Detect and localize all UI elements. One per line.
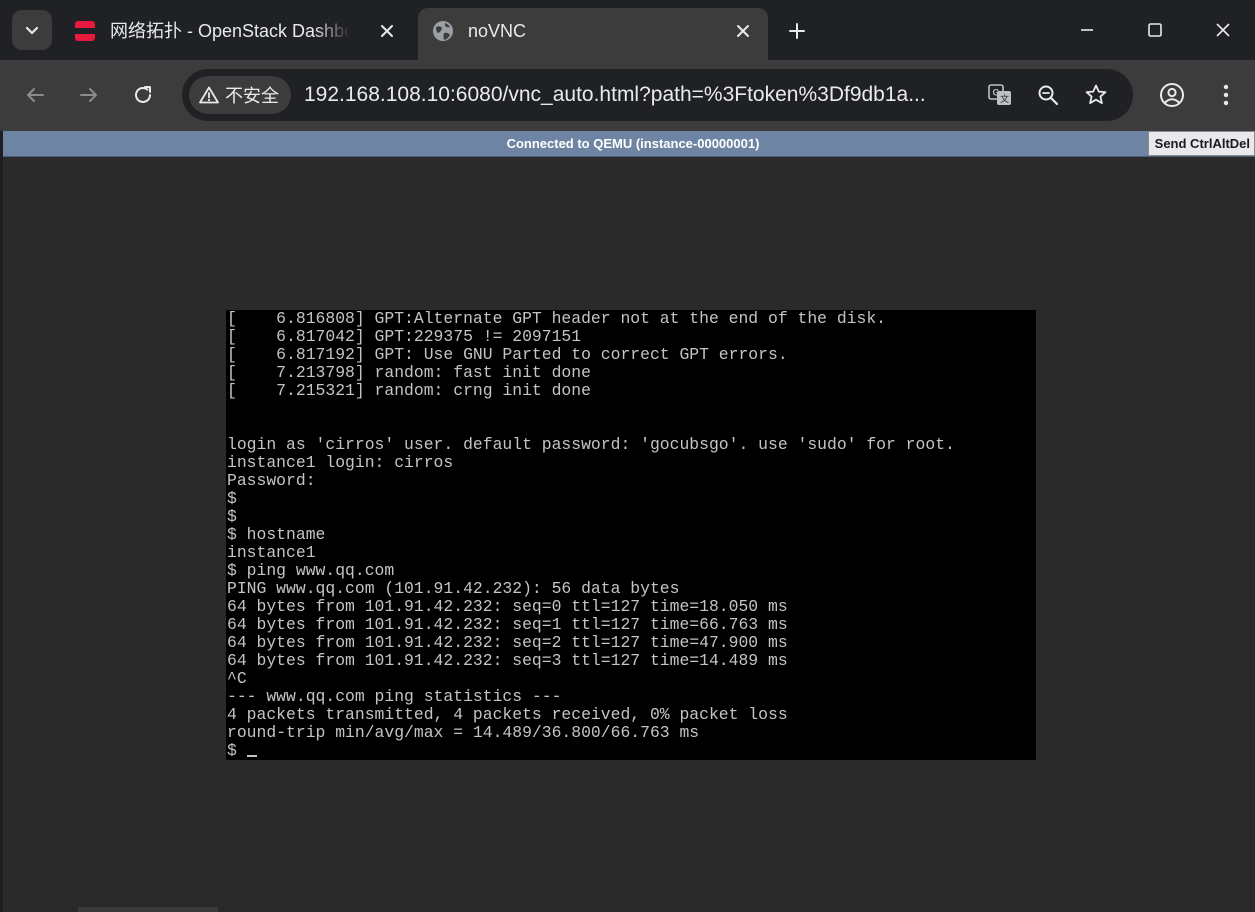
- tab-openstack-dashboard[interactable]: 网络拓扑 - OpenStack Dashboard: [60, 8, 412, 60]
- translate-button[interactable]: G 文: [984, 79, 1016, 111]
- console-line: 64 bytes from 101.91.42.232: seq=1 ttl=1…: [227, 615, 788, 634]
- bookmark-button[interactable]: [1080, 79, 1112, 111]
- vnc-screen[interactable]: [ 6.816808] GPT:Alternate GPT header not…: [226, 310, 1036, 760]
- console-line: $ ping www.qq.com: [227, 561, 395, 580]
- forward-button[interactable]: [70, 76, 108, 114]
- minimize-icon: [1079, 22, 1095, 38]
- tab-novnc[interactable]: noVNC: [418, 8, 768, 60]
- security-label: 不安全: [225, 86, 279, 106]
- arrow-back-icon: [24, 84, 46, 106]
- console-line: [ 6.817192] GPT: Use GNU Parted to corre…: [227, 345, 788, 364]
- novnc-page: Connected to QEMU (instance-00000001) Se…: [0, 131, 1255, 912]
- security-chip[interactable]: 不安全: [189, 76, 291, 114]
- star-icon: [1084, 83, 1108, 107]
- console-line: 4 packets transmitted, 4 packets receive…: [227, 705, 788, 724]
- address-bar[interactable]: 不安全 192.168.108.10:6080/vnc_auto.html?pa…: [182, 69, 1133, 121]
- console-prompt-line: $: [227, 742, 955, 760]
- console-line: login as 'cirros' user. default password…: [227, 435, 955, 454]
- translate-icon: G 文: [987, 82, 1013, 108]
- console-prompt: $: [227, 741, 247, 760]
- send-ctrl-alt-del-button[interactable]: Send CtrlAltDel: [1147, 131, 1255, 156]
- console-output: [ 6.816808] GPT:Alternate GPT header not…: [227, 310, 955, 760]
- vnc-status-text: Connected to QEMU (instance-00000001): [506, 136, 760, 151]
- menu-button[interactable]: [1207, 76, 1245, 114]
- tab-strip: 网络拓扑 - OpenStack Dashboard noVNC: [0, 0, 1255, 60]
- console-line: instance1: [227, 543, 316, 562]
- console-line: ^C: [227, 669, 247, 688]
- console-line: $ hostname: [227, 525, 326, 544]
- back-button[interactable]: [16, 76, 54, 114]
- console-line: Password:: [227, 471, 316, 490]
- account-icon: [1159, 82, 1185, 108]
- close-icon: [1215, 22, 1231, 38]
- url-text[interactable]: 192.168.108.10:6080/vnc_auto.html?path=%…: [304, 82, 984, 108]
- browser-toolbar: 不安全 192.168.108.10:6080/vnc_auto.html?pa…: [0, 60, 1255, 131]
- more-vert-icon: [1222, 83, 1230, 107]
- tab-title: noVNC: [468, 21, 527, 41]
- console-line: round-trip min/avg/max = 14.489/36.800/6…: [227, 723, 700, 742]
- background-strip: [78, 907, 218, 912]
- console-line: 64 bytes from 101.91.42.232: seq=3 ttl=1…: [227, 651, 788, 670]
- profile-button[interactable]: [1153, 76, 1191, 114]
- reload-button[interactable]: [124, 76, 162, 114]
- minimize-button[interactable]: [1057, 8, 1117, 52]
- console-line: 64 bytes from 101.91.42.232: seq=2 ttl=1…: [227, 633, 788, 652]
- terminal-cursor: [246, 755, 257, 757]
- maximize-icon: [1147, 22, 1163, 38]
- new-tab-button[interactable]: [780, 14, 814, 48]
- chevron-down-icon: [24, 22, 40, 38]
- console-line: PING www.qq.com (101.91.42.232): 56 data…: [227, 579, 680, 598]
- console-line: [ 6.817042] GPT:229375 != 2097151: [227, 327, 582, 346]
- close-window-button[interactable]: [1193, 8, 1253, 52]
- browser-window: 网络拓扑 - OpenStack Dashboard noVNC: [0, 0, 1255, 912]
- plus-icon: [788, 22, 806, 40]
- console-line: $: [227, 507, 237, 526]
- globe-icon: [432, 20, 454, 42]
- reload-icon: [132, 84, 154, 106]
- console-line: [ 7.215321] random: crng init done: [227, 381, 591, 400]
- arrow-forward-icon: [78, 84, 100, 106]
- maximize-button[interactable]: [1125, 8, 1185, 52]
- zoom-button[interactable]: [1032, 79, 1064, 111]
- console-line: [ 7.213798] random: fast init done: [227, 363, 591, 382]
- console-line: $: [227, 489, 237, 508]
- svg-text:G: G: [993, 88, 1000, 98]
- warning-icon: [199, 86, 219, 104]
- zoom-icon: [1036, 83, 1060, 107]
- console-line: [ 6.816808] GPT:Alternate GPT header not…: [227, 310, 887, 328]
- console-line: 64 bytes from 101.91.42.232: seq=0 ttl=1…: [227, 597, 788, 616]
- openstack-logo-icon: [74, 20, 96, 42]
- console-line: --- www.qq.com ping statistics ---: [227, 687, 562, 706]
- tab-close-icon[interactable]: [376, 20, 398, 42]
- svg-text:文: 文: [1000, 93, 1009, 105]
- tab-close-icon[interactable]: [732, 20, 754, 42]
- tab-title: 网络拓扑 - OpenStack Dashboard: [110, 21, 350, 41]
- tab-search-button[interactable]: [12, 10, 52, 50]
- console-line: instance1 login: cirros: [227, 453, 454, 472]
- vnc-status-bar: Connected to QEMU (instance-00000001) Se…: [3, 131, 1255, 157]
